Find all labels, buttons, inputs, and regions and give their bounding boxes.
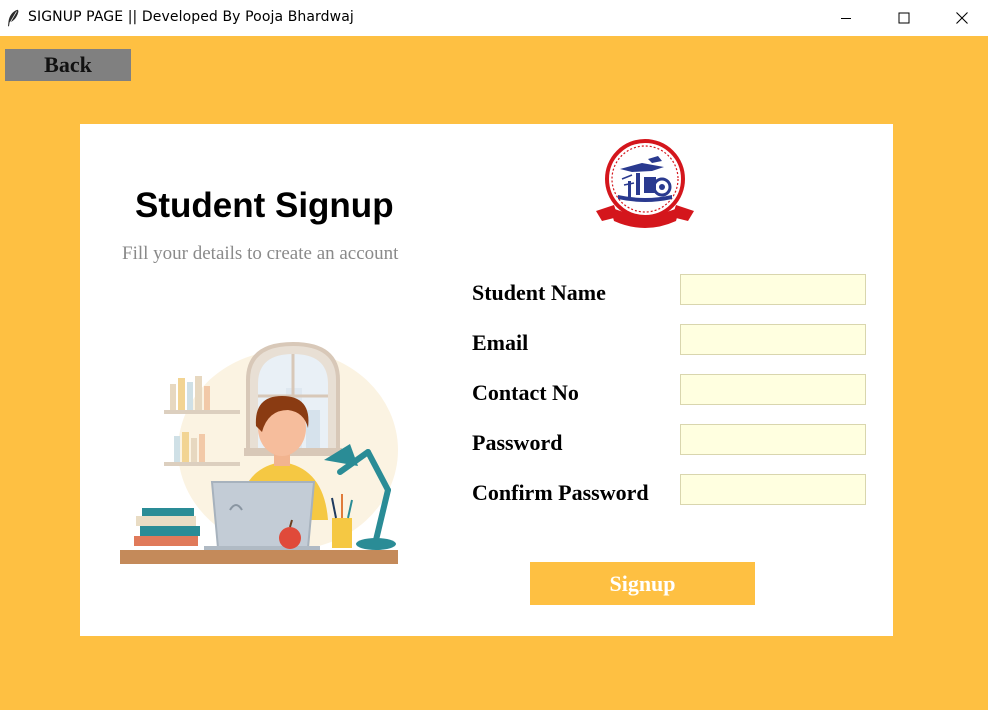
contact-no-label: Contact No: [472, 380, 579, 405]
close-button[interactable]: [933, 0, 988, 36]
signup-button[interactable]: Signup: [530, 562, 755, 605]
student-with-laptop-illustration: [120, 341, 398, 564]
back-button[interactable]: Back: [5, 49, 131, 81]
email-label: Email: [472, 330, 529, 355]
maximize-button[interactable]: [875, 0, 933, 36]
contact-no-input[interactable]: [680, 374, 866, 405]
page-subtitle: Fill your details to create an account: [122, 243, 399, 264]
window-title: SIGNUP PAGE || Developed By Pooja Bhardw…: [28, 9, 354, 25]
feather-icon: [8, 9, 19, 27]
confirm-password-input[interactable]: [680, 474, 866, 505]
maximize-icon: [898, 12, 910, 24]
password-label: Password: [472, 430, 563, 455]
email-input[interactable]: [680, 324, 866, 355]
minimize-icon: [841, 18, 851, 19]
password-input[interactable]: [680, 424, 866, 455]
page-title: Student Signup: [135, 186, 394, 225]
student-name-input[interactable]: [680, 274, 866, 305]
title-bar: SIGNUP PAGE || Developed By Pooja Bhardw…: [0, 0, 988, 36]
close-icon: [956, 12, 968, 24]
minimize-button[interactable]: [817, 0, 875, 36]
student-name-label: Student Name: [472, 280, 606, 305]
confirm-password-label: Confirm Password: [472, 480, 649, 505]
college-emblem-icon: [596, 139, 694, 228]
